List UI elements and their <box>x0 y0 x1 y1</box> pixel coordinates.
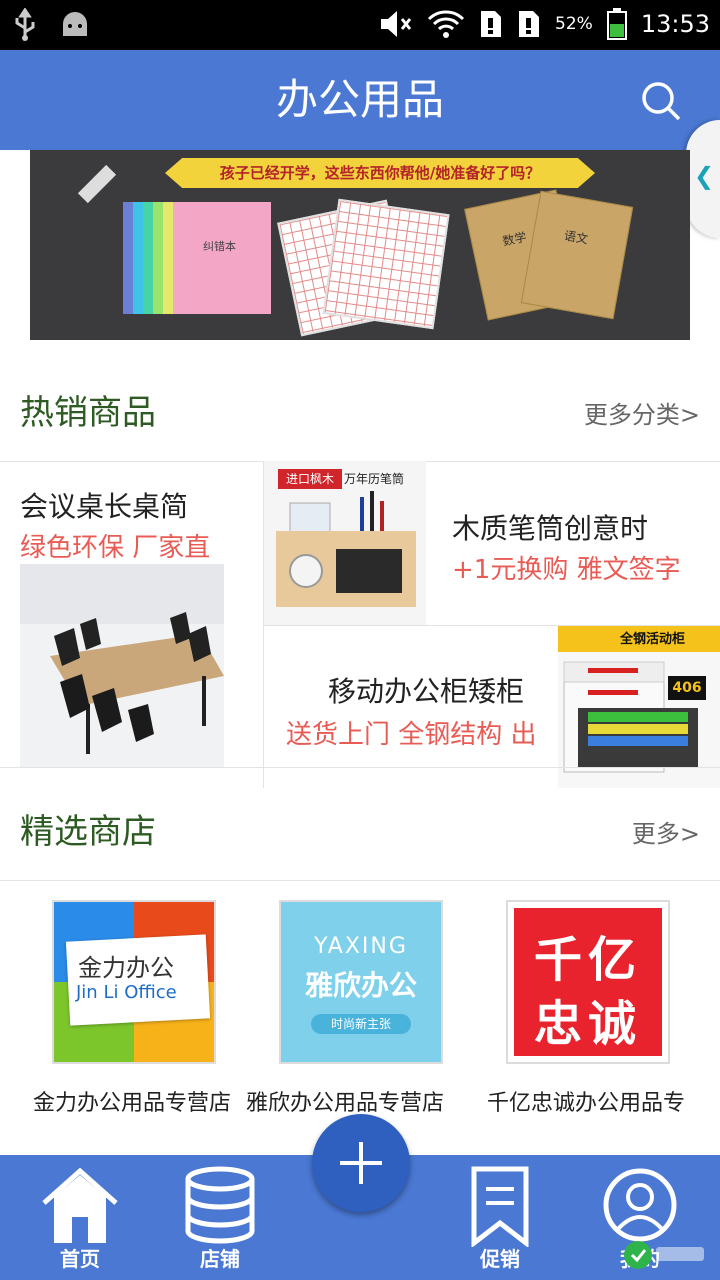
product-name: 木质笔筒创意时 <box>452 512 649 545</box>
shop-list: 金力办公 Jin Li Office 金力办公用品专营店 YAXING 雅欣办公… <box>0 880 720 1150</box>
hot-products-grid: 会议桌长桌简 绿色环保 厂家直 进口枫木 万年历笔筒 木质笔筒创意时 +1元换购… <box>0 461 720 788</box>
usb-icon <box>15 8 35 41</box>
shop-logo: YAXING 雅欣办公 时尚新主张 <box>279 900 443 1064</box>
shop-logo-text: 雅欣办公 <box>304 969 417 1002</box>
product-name: 移动办公柜矮柜 <box>328 675 525 708</box>
search-button[interactable] <box>640 80 682 122</box>
shop-logo-text: 忠诚 <box>533 996 642 1052</box>
product-card[interactable]: 移动办公柜矮柜 送货上门 全钢结构 出 全钢活动柜 406 <box>264 626 720 788</box>
shop-name: 金力办公用品专营店 <box>32 1091 231 1116</box>
page-title: 办公用品 <box>275 75 444 124</box>
more-shops-link[interactable]: 更多> <box>632 814 700 849</box>
shop-logo-text: 千亿 <box>533 932 642 988</box>
chalk-image <box>77 164 117 204</box>
status-bar: 52% 13:53 <box>0 0 720 50</box>
battery-percent: 52% <box>555 14 593 34</box>
shop-logo-text: 金力办公 <box>78 954 174 982</box>
shop-logo-text: YAXING <box>314 934 408 959</box>
conference-table-image <box>20 564 224 768</box>
notebook-image: 纠错本 <box>173 202 271 314</box>
nav-shops-label: 店铺 <box>200 1247 240 1271</box>
clock: 13:53 <box>640 10 710 38</box>
search-icon <box>642 82 681 121</box>
android-icon <box>63 12 87 36</box>
banner-ribbon-text: 孩子已经开学，这些东西你帮他/她准备好了吗？ <box>219 164 541 182</box>
pen-holder-image: 进口枫木 万年历笔筒 <box>264 461 426 625</box>
bookmark-icon <box>471 1166 529 1247</box>
nav-promo-label: 促销 <box>480 1247 520 1271</box>
shop-logo-text: 时尚新主张 <box>311 1014 411 1034</box>
shop-logo-text: Jin Li Office <box>76 982 177 1003</box>
hot-products-title: 热销商品 <box>20 393 156 433</box>
plus-icon <box>340 1142 382 1184</box>
nav-shops[interactable]: 店铺 <box>160 1155 280 1280</box>
filing-cabinet-image: 全钢活动柜 406 <box>558 626 720 788</box>
shop-logo: 金力办公 Jin Li Office <box>52 900 216 1064</box>
grid-paper-image <box>322 198 450 330</box>
nav-home-label: 首页 <box>60 1247 100 1271</box>
nav-promo[interactable]: 促销 <box>440 1155 560 1280</box>
shop-logo: 千亿 忠诚 <box>506 900 670 1064</box>
more-categories-link[interactable]: 更多分类> <box>584 395 700 430</box>
featured-shops-header: 精选商店 更多> <box>0 767 720 881</box>
promo-banner[interactable]: 孩子已经开学，这些东西你帮他/她准备好了吗？ 纠错本 数学 语文 <box>30 150 690 340</box>
product-name: 会议桌长桌简 <box>20 490 189 523</box>
kraft-label: 数学 <box>501 229 528 249</box>
product-subtitle: 绿色环保 厂家直 <box>20 533 211 563</box>
chevron-left-icon: ❮ <box>694 162 715 190</box>
shop-name: 雅欣办公用品专营店 <box>245 1091 444 1116</box>
sim-alert-icon <box>481 11 502 37</box>
nav-home[interactable]: 首页 <box>20 1155 140 1280</box>
watermark-logo <box>624 1241 704 1269</box>
product-card[interactable]: 进口枫木 万年历笔筒 木质笔筒创意时 +1元换购 雅文签字 <box>264 461 720 626</box>
banner-ribbon: 孩子已经开学，这些东西你帮他/她准备好了吗？ <box>165 158 595 188</box>
add-button[interactable] <box>312 1114 410 1212</box>
mute-icon <box>381 11 412 37</box>
side-drawer-tab[interactable]: ❮ <box>686 120 720 238</box>
notebook-text: 纠错本 <box>203 240 236 253</box>
database-icon <box>185 1166 255 1244</box>
hot-products-header: 热销商品 更多分类> <box>0 349 720 462</box>
sim2-alert-icon <box>519 11 540 37</box>
wifi-icon <box>427 10 465 38</box>
featured-shops-title: 精选商店 <box>20 812 156 852</box>
app-header: 办公用品 <box>0 50 720 150</box>
product-subtitle: +1元换购 雅文签字 <box>452 555 681 585</box>
shop-name: 千亿忠诚办公用品专 <box>486 1091 685 1116</box>
home-icon <box>42 1167 118 1243</box>
product-subtitle: 送货上门 全钢结构 出 <box>286 720 537 750</box>
battery-icon <box>606 8 627 40</box>
kraft-label: 语文 <box>562 228 590 247</box>
kraft-notebook-image: 语文 <box>520 190 634 320</box>
product-card[interactable]: 会议桌长桌简 绿色环保 厂家直 <box>0 461 264 788</box>
